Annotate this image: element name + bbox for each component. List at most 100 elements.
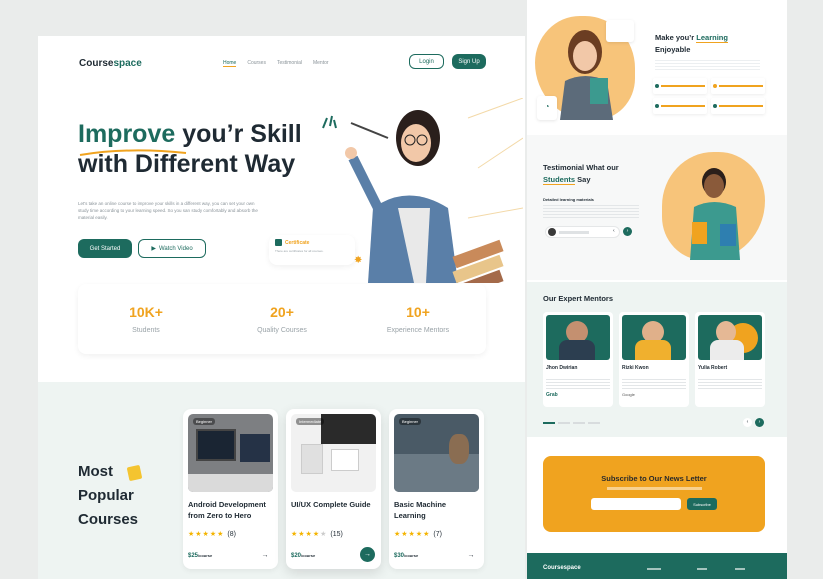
feature-icon xyxy=(655,104,659,108)
carousel-dot[interactable] xyxy=(573,422,585,424)
feature-item xyxy=(653,98,707,114)
testimonial-quote xyxy=(543,205,639,219)
course-price: $20/course xyxy=(291,553,315,559)
mentor-cards: Jhon Dwirian Grab Rizki Kwon Google Yuli… xyxy=(543,312,765,407)
mentor-photo xyxy=(622,315,686,360)
learning-title: Make you’r Learning Enjoyable xyxy=(655,32,728,56)
course-level-badge: Beginner xyxy=(193,418,216,425)
carousel-dot[interactable] xyxy=(588,422,600,424)
feature-icon xyxy=(713,104,717,108)
landing-page-main: Coursespace Home Courses Testimonial Men… xyxy=(38,36,525,579)
carousel-dot-active[interactable] xyxy=(543,422,555,424)
mentor-card[interactable]: Yulia Robert xyxy=(695,312,765,407)
popular-line3: Courses xyxy=(78,511,139,528)
mentor-photo xyxy=(698,315,762,360)
price-value: $25 xyxy=(188,553,199,559)
stat-value: 10+ xyxy=(406,304,430,320)
learning-title-part1: Make you’r xyxy=(655,33,697,42)
top-nav: Home Courses Testimonial Mentor xyxy=(223,60,329,67)
course-title: UI/UX Complete Guide xyxy=(291,500,371,509)
course-image: Intermediate xyxy=(291,414,376,492)
stat-value: 20+ xyxy=(270,304,294,320)
mentor-prev-icon[interactable]: ‹ xyxy=(743,418,752,427)
footer: Coursespace xyxy=(527,553,787,579)
feature-icon xyxy=(713,84,717,88)
mentor-card[interactable]: Jhon Dwirian Grab xyxy=(543,312,613,407)
hero-title-rest: you’r Skill xyxy=(175,120,302,148)
stat-value: 10K+ xyxy=(129,304,163,320)
carousel-dot[interactable] xyxy=(558,422,570,424)
footer-logo[interactable]: Coursespace xyxy=(543,565,581,571)
course-arrow-icon[interactable]: → xyxy=(360,547,375,562)
course-arrow-icon[interactable]: → xyxy=(258,548,272,562)
prev-arrow-icon[interactable]: ‹ xyxy=(613,228,615,234)
rating-stars-icon: ★★★★★ xyxy=(291,531,328,538)
testimonial-author xyxy=(545,226,620,238)
nav-mentor[interactable]: Mentor xyxy=(313,60,329,67)
logo[interactable]: Coursespace xyxy=(79,58,142,69)
feature-item xyxy=(653,78,707,94)
stat-courses: 20+ Quality Courses xyxy=(214,284,350,354)
rating-stars-icon: ★★★★★ xyxy=(188,531,225,538)
feature-grid xyxy=(653,78,765,114)
course-price: $25/course xyxy=(188,553,212,559)
stat-mentors: 10+ Experience Mentors xyxy=(350,284,486,354)
watch-video-label: Watch Video xyxy=(158,245,193,252)
course-level-badge: Beginner xyxy=(399,418,422,425)
learning-title-highlight: Learning xyxy=(696,33,728,43)
mentor-company: Grab xyxy=(546,392,558,398)
watch-video-button[interactable]: ▶ Watch Video xyxy=(138,239,206,258)
course-title: Basic Machine Learning xyxy=(394,500,447,520)
course-arrow-icon[interactable]: → xyxy=(464,548,478,562)
course-rating-count: (7) xyxy=(433,530,442,538)
hero-title-highlight: Improve xyxy=(78,120,176,148)
mentor-photo xyxy=(546,315,610,360)
testimonial-title-rest: Say xyxy=(575,175,591,184)
next-arrow-icon[interactable]: › xyxy=(623,227,632,236)
stat-label: Quality Courses xyxy=(257,327,307,334)
price-value: $30 xyxy=(394,553,405,559)
stat-students: 10K+ Students xyxy=(78,284,214,354)
newsletter-email-input[interactable] xyxy=(591,498,681,510)
subscribe-button[interactable]: Subscribe xyxy=(687,498,717,510)
floating-card xyxy=(606,20,634,42)
learning-title-line2: Enjoyable xyxy=(655,45,691,54)
book-icon xyxy=(126,464,143,482)
price-value: $20 xyxy=(291,553,302,559)
stat-label: Students xyxy=(132,327,160,334)
sparkle-icon: ✸ xyxy=(354,255,363,266)
avatar xyxy=(548,228,556,236)
mentor-next-icon[interactable]: › xyxy=(755,418,764,427)
course-level-badge: Intermediate xyxy=(296,418,325,425)
learning-description xyxy=(655,60,760,70)
logo-space: space xyxy=(113,58,142,69)
feature-item xyxy=(711,98,765,114)
login-button[interactable]: Login xyxy=(409,54,444,69)
course-price: $30/course xyxy=(394,553,418,559)
testimonial-title: Testimonial What our Students Say xyxy=(543,162,619,186)
nav-home[interactable]: Home xyxy=(223,60,237,67)
feature-item xyxy=(711,78,765,94)
certificate-badge: Certificate There are certificates for a… xyxy=(269,235,355,265)
mentor-card[interactable]: Rizki Kwon Google xyxy=(619,312,689,407)
progress-icon: ◔ xyxy=(537,96,557,120)
signup-button[interactable]: Sign Up xyxy=(452,54,486,69)
price-unit: /course xyxy=(404,553,419,558)
mentor-name: Jhon Dwirian xyxy=(546,365,578,371)
testimonial-title-line1: Testimonial What our xyxy=(543,163,619,172)
course-card[interactable]: Beginner Android Development from Zero t… xyxy=(183,409,278,569)
get-started-button[interactable]: Get Started xyxy=(78,239,132,258)
price-unit: /course xyxy=(301,553,316,558)
course-image: Beginner xyxy=(188,414,273,492)
student-photo-icon xyxy=(690,168,740,260)
nav-courses[interactable]: Courses xyxy=(247,60,266,67)
course-rating-count: (15) xyxy=(330,530,343,538)
mentors-title: Our Expert Mentors xyxy=(543,294,614,303)
carousel-dots xyxy=(543,422,600,424)
testimonial-image xyxy=(662,152,765,260)
certificate-icon xyxy=(275,239,282,246)
nav-testimonial[interactable]: Testimonial xyxy=(277,60,302,67)
course-card[interactable]: Beginner Basic Machine Learning ★★★★★ (7… xyxy=(389,409,484,569)
certificate-title: Certificate xyxy=(285,239,310,246)
course-card[interactable]: Intermediate UI/UX Complete Guide ★★★★★ … xyxy=(286,409,381,569)
